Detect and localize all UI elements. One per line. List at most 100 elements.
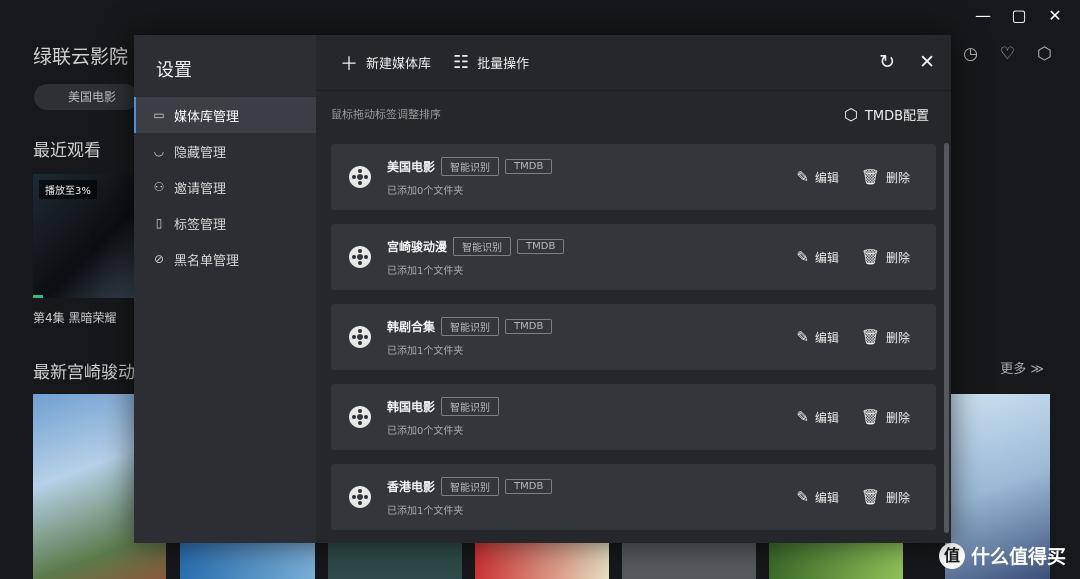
- edit-button[interactable]: ✎ 编辑: [796, 488, 839, 506]
- edit-label: 编辑: [814, 410, 839, 425]
- drag-hint: 鼠标拖动标签调整排序: [331, 108, 441, 121]
- sidebar-item-label: 标签管理: [174, 217, 227, 233]
- film-reel-icon: [349, 166, 371, 188]
- progress-badge: 播放至3%: [39, 180, 97, 199]
- delete-button[interactable]: 🗑 删除: [861, 328, 910, 346]
- edit-button[interactable]: ✎ 编辑: [796, 168, 839, 186]
- delete-label: 删除: [885, 170, 910, 185]
- tag-smart: 智能识别: [441, 317, 500, 336]
- poster[interactable]: [180, 543, 315, 579]
- watermark-text: 什么值得买: [970, 546, 1066, 568]
- close-icon[interactable]: ✕: [919, 51, 935, 73]
- delete-label: 删除: [885, 330, 910, 345]
- refresh-icon[interactable]: ↻: [879, 51, 895, 73]
- library-folder-count: 已添加1个文件夹: [387, 506, 464, 517]
- library-card[interactable]: 宫崎骏动漫 智能识别 TMDB 已添加1个文件夹 ✎ 编辑 🗑 删除: [331, 224, 936, 290]
- settings-modal: 设置 ▭ 媒体库管理 ◡ 隐藏管理 ⚇ 邀请管理 ▯ 标签管理 ⊘ 黑名单管理 …: [134, 35, 951, 543]
- delete-button[interactable]: 🗑 删除: [861, 488, 910, 506]
- edit-button[interactable]: ✎ 编辑: [796, 328, 839, 346]
- progress-bar: [33, 295, 43, 298]
- new-library-label: 新建媒体库: [366, 57, 432, 72]
- tag-tmdb: TMDB: [505, 319, 553, 334]
- trash-icon: 🗑: [860, 248, 880, 266]
- settings-sidebar: 设置 ▭ 媒体库管理 ◡ 隐藏管理 ⚇ 邀请管理 ▯ 标签管理 ⊘ 黑名单管理: [134, 35, 316, 543]
- settings-content: ＋ 新建媒体库 ☷ 批量操作 ↻ ✕ 鼠标拖动标签调整排序 ⬡ TMDB配置 美…: [316, 35, 951, 543]
- sidebar-item-invite[interactable]: ⚇ 邀请管理: [134, 169, 316, 205]
- delete-label: 删除: [885, 410, 910, 425]
- toolbar-right: ↻ ✕: [879, 51, 935, 73]
- tag-smart: 智能识别: [441, 397, 500, 416]
- settings-title: 设置: [156, 60, 192, 81]
- library-folder-count: 已添加0个文件夹: [387, 186, 464, 197]
- edit-icon: ✎: [796, 408, 809, 426]
- trash-icon: 🗑: [860, 328, 880, 346]
- library-card[interactable]: 香港电影 智能识别 TMDB 已添加1个文件夹 ✎ 编辑 🗑 删除: [331, 464, 936, 530]
- poster[interactable]: [769, 543, 903, 579]
- checklist-icon: ☷: [453, 52, 470, 73]
- library-icon: ▭: [153, 108, 165, 122]
- delete-button[interactable]: 🗑 删除: [861, 248, 910, 266]
- film-reel-icon: [349, 486, 371, 508]
- sidebar-item-blacklist[interactable]: ⊘ 黑名单管理: [134, 241, 316, 277]
- library-card[interactable]: 美国电影 智能识别 TMDB 已添加0个文件夹 ✎ 编辑 🗑 删除: [331, 144, 936, 210]
- sidebar-item-label: 黑名单管理: [174, 253, 240, 269]
- sidebar-item-tags[interactable]: ▯ 标签管理: [134, 205, 316, 241]
- minimize-icon[interactable]: —: [974, 6, 992, 25]
- library-name: 宫崎骏动漫: [387, 240, 448, 254]
- sidebar-item-label: 隐藏管理: [174, 145, 227, 161]
- sidebar-item-library[interactable]: ▭ 媒体库管理: [134, 97, 316, 133]
- edit-label: 编辑: [814, 490, 839, 505]
- sidebar-item-label: 邀请管理: [174, 181, 227, 197]
- heart-icon[interactable]: ♡: [1000, 44, 1015, 64]
- library-name: 香港电影: [387, 480, 436, 494]
- poster[interactable]: [622, 543, 756, 579]
- edit-icon: ✎: [796, 488, 809, 506]
- tag-smart: 智能识别: [441, 157, 500, 176]
- edit-button[interactable]: ✎ 编辑: [796, 408, 839, 426]
- library-card[interactable]: 韩国电影 智能识别 已添加0个文件夹 ✎ 编辑 🗑 删除: [331, 384, 936, 450]
- delete-button[interactable]: 🗑 删除: [861, 168, 910, 186]
- library-name: 韩剧合集: [387, 320, 436, 334]
- poster[interactable]: [328, 543, 462, 579]
- tag-tmdb: TMDB: [505, 479, 553, 494]
- scrollbar-thumb[interactable]: [944, 143, 949, 533]
- trash-icon: 🗑: [860, 488, 880, 506]
- eye-off-icon: ◡: [153, 144, 165, 158]
- bookmark-icon: ▯: [155, 216, 163, 230]
- tmdb-config-label: TMDB配置: [864, 108, 929, 124]
- close-icon[interactable]: ✕: [1046, 6, 1064, 25]
- settings-icon[interactable]: ⬡: [1037, 44, 1052, 64]
- app-title: 绿联云影院: [33, 46, 129, 68]
- block-icon: ⊘: [153, 252, 165, 266]
- recent-thumbnail[interactable]: 播放至3%: [33, 174, 137, 298]
- batch-operation-button[interactable]: ☷ 批量操作: [453, 52, 529, 73]
- window-controls: — ▢ ✕: [974, 6, 1064, 25]
- tag-tmdb: TMDB: [505, 159, 553, 174]
- poster[interactable]: [475, 543, 609, 579]
- scrollbar[interactable]: [944, 143, 949, 533]
- delete-button[interactable]: 🗑 删除: [861, 408, 910, 426]
- library-folder-count: 已添加1个文件夹: [387, 266, 464, 277]
- more-link[interactable]: 更多 ≫: [1000, 358, 1044, 377]
- film-reel-icon: [349, 246, 371, 268]
- delete-label: 删除: [885, 490, 910, 505]
- film-reel-icon: [349, 326, 371, 348]
- edit-button[interactable]: ✎ 编辑: [796, 248, 839, 266]
- watermark-logo: 值: [938, 542, 965, 569]
- latest-section-title: 最新宫崎骏动: [33, 363, 135, 383]
- new-library-button[interactable]: ＋ 新建媒体库: [340, 50, 431, 76]
- history-icon[interactable]: ◷: [963, 44, 978, 64]
- tag-smart: 智能识别: [453, 237, 512, 256]
- tmdb-config-button[interactable]: ⬡ TMDB配置: [844, 105, 929, 124]
- sidebar-item-hidden[interactable]: ◡ 隐藏管理: [134, 133, 316, 169]
- category-chip[interactable]: 美国电影: [34, 84, 138, 110]
- batch-operation-label: 批量操作: [477, 57, 530, 72]
- library-card[interactable]: 韩剧合集 智能识别 TMDB 已添加1个文件夹 ✎ 编辑 🗑 删除: [331, 304, 936, 370]
- library-folder-count: 已添加1个文件夹: [387, 346, 464, 357]
- hint-row: 鼠标拖动标签调整排序 ⬡ TMDB配置: [316, 91, 951, 137]
- plus-icon: ＋: [340, 53, 358, 75]
- maximize-icon[interactable]: ▢: [1010, 6, 1028, 25]
- trash-icon: 🗑: [860, 408, 880, 426]
- user-add-icon: ⚇: [153, 180, 165, 194]
- tag-smart: 智能识别: [441, 477, 500, 496]
